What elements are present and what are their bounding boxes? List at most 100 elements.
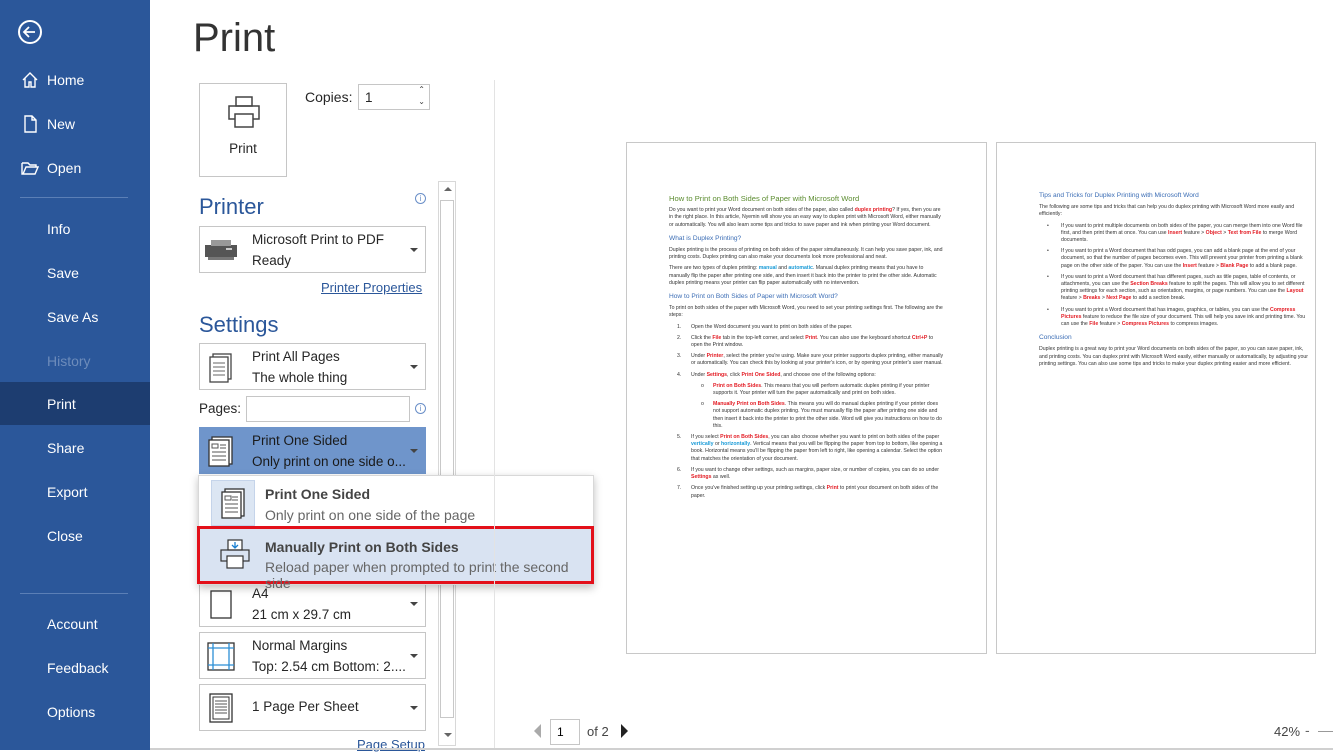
decrement-icon[interactable]: ⌄ (418, 97, 425, 106)
sidebar-item-info[interactable]: Info (0, 207, 150, 250)
scroll-down-icon[interactable] (444, 733, 452, 737)
info-icon[interactable]: i (415, 193, 426, 204)
sidebar-item-close[interactable]: Close (0, 514, 150, 557)
sidebar-item-feedback[interactable]: Feedback (0, 646, 150, 689)
pages-icon (209, 353, 232, 383)
printer-dropdown[interactable]: Microsoft Print to PDF Ready (199, 226, 426, 273)
doc-text: feature > (1196, 262, 1221, 269)
sidebar-item-options[interactable]: Options (0, 690, 150, 733)
doc-list-item: • If you want to print multiple documents… (1039, 223, 1313, 245)
zoom-out-button[interactable]: - (1305, 722, 1310, 738)
doc-text: to add a section break. (1131, 295, 1186, 302)
copies-value: 1 (365, 90, 373, 105)
folder-open-icon (21, 161, 39, 175)
copies-stepper[interactable]: 1 ⌃ ⌄ (358, 84, 430, 110)
menu-item-print-one-sided[interactable]: Print One Sided Only print on one side o… (199, 478, 593, 526)
chevron-down-icon (410, 706, 418, 710)
sidebar-item-new[interactable]: New (0, 102, 150, 145)
sidebar-item-label: Share (47, 439, 85, 456)
doc-highlight-text: Print on Both Sides (713, 382, 762, 389)
sides-dropdown[interactable]: Print One Sided Only print on one side o… (199, 427, 426, 474)
chevron-down-icon (410, 602, 418, 606)
doc-paragraph: Duplex printing is the process of printi… (669, 247, 945, 261)
print-range-dropdown[interactable]: Print All Pages The whole thing (199, 343, 426, 390)
doc-text: To print on both sides of the paper with… (669, 305, 943, 319)
doc-text: Conclusion (1039, 334, 1072, 342)
sidebar-item-save[interactable]: Save (0, 251, 150, 294)
sidebar-item-history: History (0, 339, 150, 382)
sidebar-item-home[interactable]: Home (0, 58, 150, 101)
sidebar-item-label: Open (47, 159, 82, 176)
doc-heading: What is Duplex Printing? (669, 235, 945, 242)
sidebar-item-label: Feedback (47, 659, 109, 676)
settings-scrollbar[interactable] (438, 181, 456, 746)
doc-highlight-text: Object (1205, 229, 1222, 236)
doc-text: Duplex printing is the process of printi… (669, 247, 943, 261)
back-button[interactable] (18, 20, 42, 44)
doc-list-item: o Print on Both Sides. This means that yo… (669, 383, 945, 397)
doc-highlight-text: Print on Both Sides (720, 434, 769, 441)
menu-item-title: Print One Sided (265, 486, 371, 502)
pages-input[interactable] (246, 396, 410, 422)
page-content: Tips and Tricks for Duplex Printing with… (1039, 186, 1313, 372)
page-content: How to Print on Both Sides of Paper with… (669, 195, 945, 504)
settings-heading: Settings (199, 312, 279, 337)
list-marker: 2. (677, 334, 682, 341)
chevron-down-icon (410, 654, 418, 658)
doc-text: What is Duplex Printing? (669, 234, 742, 242)
sidebar-item-label: Options (47, 703, 96, 720)
menu-item-manually-print-both-sides[interactable]: Manually Print on Both Sides Reload pape… (197, 526, 594, 591)
doc-text: to compress images. (1169, 321, 1219, 328)
chevron-down-icon (410, 449, 418, 453)
increment-icon[interactable]: ⌃ (418, 85, 425, 94)
panel-divider (494, 80, 495, 750)
scrollbar-thumb[interactable] (440, 200, 454, 718)
current-page-input[interactable] (550, 719, 580, 745)
doc-list-item: 3. Under Printer, select the printer you'… (669, 353, 945, 367)
doc-text: , you can also choose whether you want t… (768, 434, 940, 441)
printer-properties-link[interactable]: Printer Properties (321, 280, 422, 295)
pages-per-sheet-dropdown[interactable]: 1 Page Per Sheet (199, 684, 426, 731)
sidebar-item-label: Info (47, 220, 71, 237)
next-page-icon[interactable] (621, 724, 628, 738)
doc-highlight-text: File (712, 334, 722, 341)
print-button[interactable]: Print (199, 83, 287, 177)
doc-list-item: 6. If you want to change other settings, … (669, 467, 945, 481)
margins-dropdown[interactable]: Normal Margins Top: 2.54 cm Bottom: 2...… (199, 632, 426, 679)
info-icon[interactable]: i (415, 403, 426, 414)
sidebar-item-export[interactable]: Export (0, 470, 150, 513)
sidebar-item-label: Save As (47, 308, 99, 325)
doc-heading: Tips and Tricks for Duplex Printing with… (1039, 192, 1313, 199)
doc-highlight-text: vertically (691, 441, 714, 448)
scroll-up-icon[interactable] (444, 187, 452, 191)
list-marker: • (1047, 248, 1049, 255)
sidebar-item-label: Close (47, 527, 83, 544)
sidebar-item-save-as[interactable]: Save As (0, 295, 150, 338)
doc-text: Once you've finished setting up your pri… (691, 485, 827, 492)
doc-text: If you select (691, 434, 721, 441)
sidebar-item-share[interactable]: Share (0, 426, 150, 469)
print-range-title: Print All Pages (252, 349, 340, 364)
doc-highlight-text: Insert (1182, 262, 1197, 269)
doc-text: tab in the top-left corner, and select (721, 334, 806, 341)
sidebar-item-account[interactable]: Account (0, 602, 150, 645)
zoom-level: 42% (1274, 724, 1301, 739)
previous-page-icon[interactable] (534, 724, 541, 738)
doc-paragraph: Do you want to print your Word document … (669, 207, 945, 229)
doc-list-item: 1. Open the Word document you want to pri… (669, 324, 945, 331)
sidebar-item-print[interactable]: Print (0, 382, 150, 425)
sidebar-item-open[interactable]: Open (0, 146, 150, 189)
margins-subtitle: Top: 2.54 cm Bottom: 2.... (252, 659, 406, 674)
manual-duplex-printer-icon (220, 539, 250, 569)
doc-highlight-text: Print (826, 485, 839, 492)
sidebar-item-label: Account (47, 615, 98, 632)
doc-highlight-text: manual (758, 265, 777, 272)
menu-item-title: Manually Print on Both Sides (265, 539, 459, 555)
zoom-slider[interactable] (1318, 731, 1333, 732)
sidebar-item-label: New (47, 115, 76, 132)
doc-text: Open the Word document you want to print… (691, 323, 853, 330)
one-sided-page-icon (221, 488, 245, 519)
doc-text: Under (691, 371, 707, 378)
printer-device-icon (205, 240, 237, 260)
doc-highlight-text: Next Page (1106, 295, 1132, 302)
